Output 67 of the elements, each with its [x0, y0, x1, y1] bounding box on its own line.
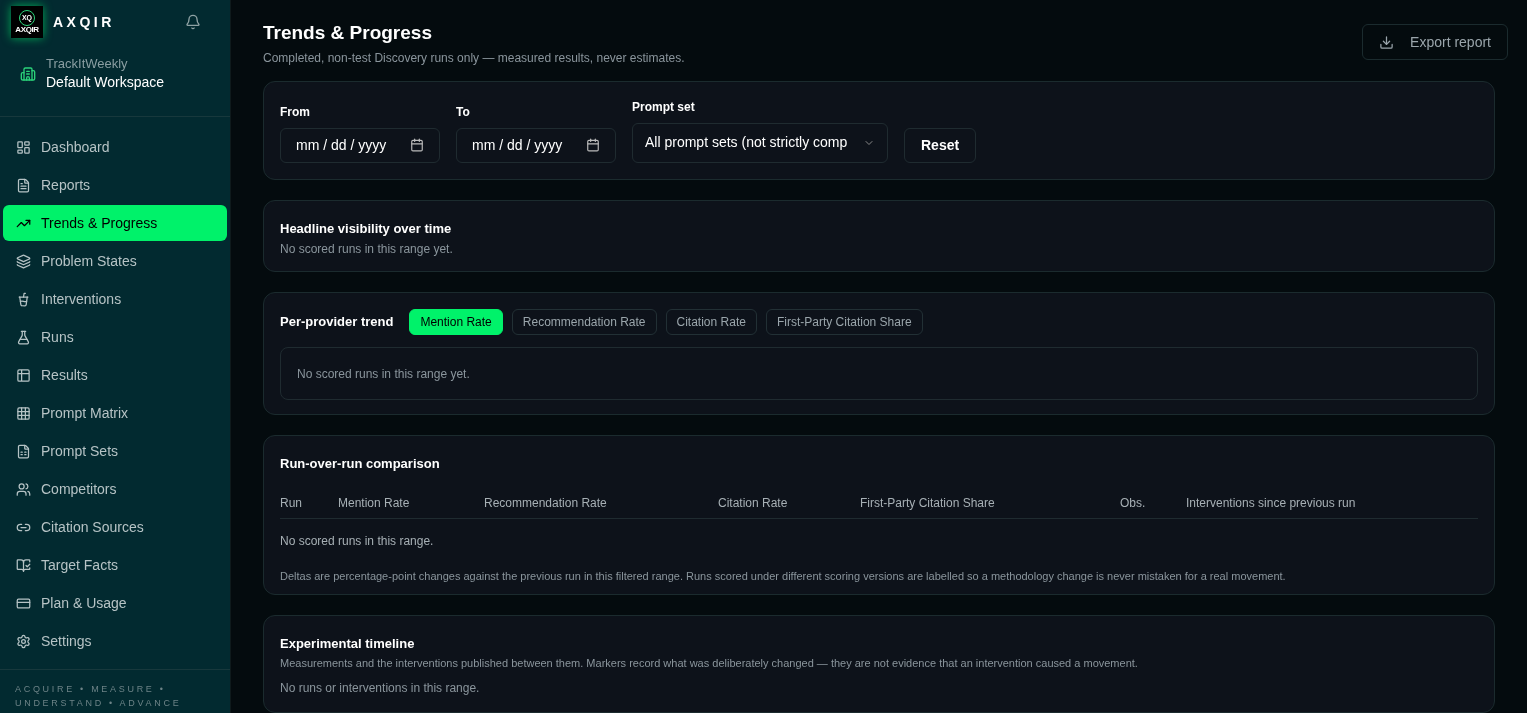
- column-header: Interventions since previous run: [1186, 494, 1357, 512]
- section-description: Measurements and the interventions published between them. Markers record what was deliberately changed — they are not evidence that an intervention caused a movement.: [280, 655, 1139, 671]
- dashboard-icon: [16, 139, 31, 155]
- nav-item[interactable]: Prompt Sets: [3, 433, 227, 469]
- table-icon: [16, 367, 31, 383]
- building-icon: [20, 66, 36, 82]
- prompt-set-dropdown[interactable]: All prompt sets (not strictly comp: [632, 122, 888, 163]
- grid-icon: [16, 405, 31, 421]
- field-label: From: [280, 103, 311, 121]
- nav-item[interactable]: Interventions: [3, 281, 227, 317]
- page-title: Trends & Progress: [263, 21, 433, 45]
- date-field[interactable]: mm / dd / yyyy: [280, 127, 440, 163]
- metric-tab[interactable]: Mention Rate: [409, 309, 503, 336]
- layers-icon: [16, 253, 31, 269]
- book-check-icon: [16, 557, 31, 573]
- section-title: Headline visibility over time: [280, 219, 453, 238]
- field-label: Prompt set: [632, 98, 696, 116]
- nav-item[interactable]: Dashboard: [3, 129, 227, 165]
- nav-item[interactable]: Reports: [3, 167, 227, 203]
- document-icon: [16, 177, 31, 193]
- section-title: Run-over-run comparison: [280, 455, 441, 474]
- workspace-org: TrackItWeekly: [46, 56, 129, 72]
- metric-tab[interactable]: First-Party Citation Share: [765, 309, 923, 336]
- empty-message: No scored runs in this range yet.: [297, 365, 470, 383]
- field-label: To: [456, 103, 471, 121]
- flask-icon: [16, 329, 31, 345]
- section-title: Experimental timeline: [280, 635, 416, 654]
- nav-item[interactable]: Citation Sources: [3, 509, 227, 545]
- column-header: Recommendation Rate: [484, 494, 608, 512]
- nav-item[interactable]: Settings: [3, 623, 227, 659]
- column-header: Obs.: [1120, 494, 1147, 512]
- empty-message: No scored runs in this range yet.: [280, 241, 454, 259]
- spreadsheet-icon: [16, 443, 31, 459]
- column-header: Citation Rate: [718, 494, 789, 512]
- page-subtitle: Completed, non-test Discovery runs only — measured results, never estimates.: [263, 50, 685, 67]
- workspace-name[interactable]: Default Workspace: [46, 72, 164, 92]
- metric-tab[interactable]: Recommendation Rate: [511, 309, 657, 336]
- export-report-button[interactable]: Export report: [1362, 24, 1508, 60]
- calendar-icon: [410, 138, 424, 153]
- empty-message: No scored runs in this range.: [280, 532, 435, 550]
- nav-item[interactable]: Trends & Progress: [3, 205, 227, 241]
- metric-tab[interactable]: Citation Rate: [665, 309, 757, 336]
- settings-icon: [16, 633, 31, 649]
- nav-item[interactable]: Prompt Matrix: [3, 395, 227, 431]
- brand-name: AXQIR: [53, 12, 115, 32]
- nav-item[interactable]: Problem States: [3, 243, 227, 279]
- section-title: Per-provider trend: [280, 313, 394, 332]
- credit-card-icon: [16, 595, 31, 611]
- cup-icon: [16, 291, 31, 307]
- users-icon: [16, 481, 31, 497]
- notification-bell-icon[interactable]: [185, 14, 201, 30]
- column-header: First-Party Citation Share: [860, 494, 996, 512]
- table-footnote: Deltas are percentage-point changes against the previous run in this filtered range. Runs scored under different scoring versions are labelled so a methodology change is never mistaken for a real movement.: [280, 568, 1287, 584]
- logo-text: AXQIR: [15, 26, 39, 34]
- nav-item[interactable]: Target Facts: [3, 547, 227, 583]
- nav-item[interactable]: Competitors: [3, 471, 227, 507]
- calendar-icon: [586, 138, 600, 153]
- nav-item[interactable]: Results: [3, 357, 227, 393]
- reset-button[interactable]: Reset: [904, 127, 977, 163]
- column-header: Run: [280, 494, 303, 512]
- date-field[interactable]: mm / dd / yyyy: [456, 127, 616, 163]
- column-header: Mention Rate: [338, 494, 411, 512]
- nav-item[interactable]: Plan & Usage: [3, 585, 227, 621]
- empty-message: No runs or interventions in this range.: [280, 680, 481, 698]
- download-icon: [1379, 34, 1395, 50]
- tagline: ACQUIRE • MEASURE • UNDERSTAND • ADVANCE: [14, 683, 183, 710]
- nav-item[interactable]: Runs: [3, 319, 227, 355]
